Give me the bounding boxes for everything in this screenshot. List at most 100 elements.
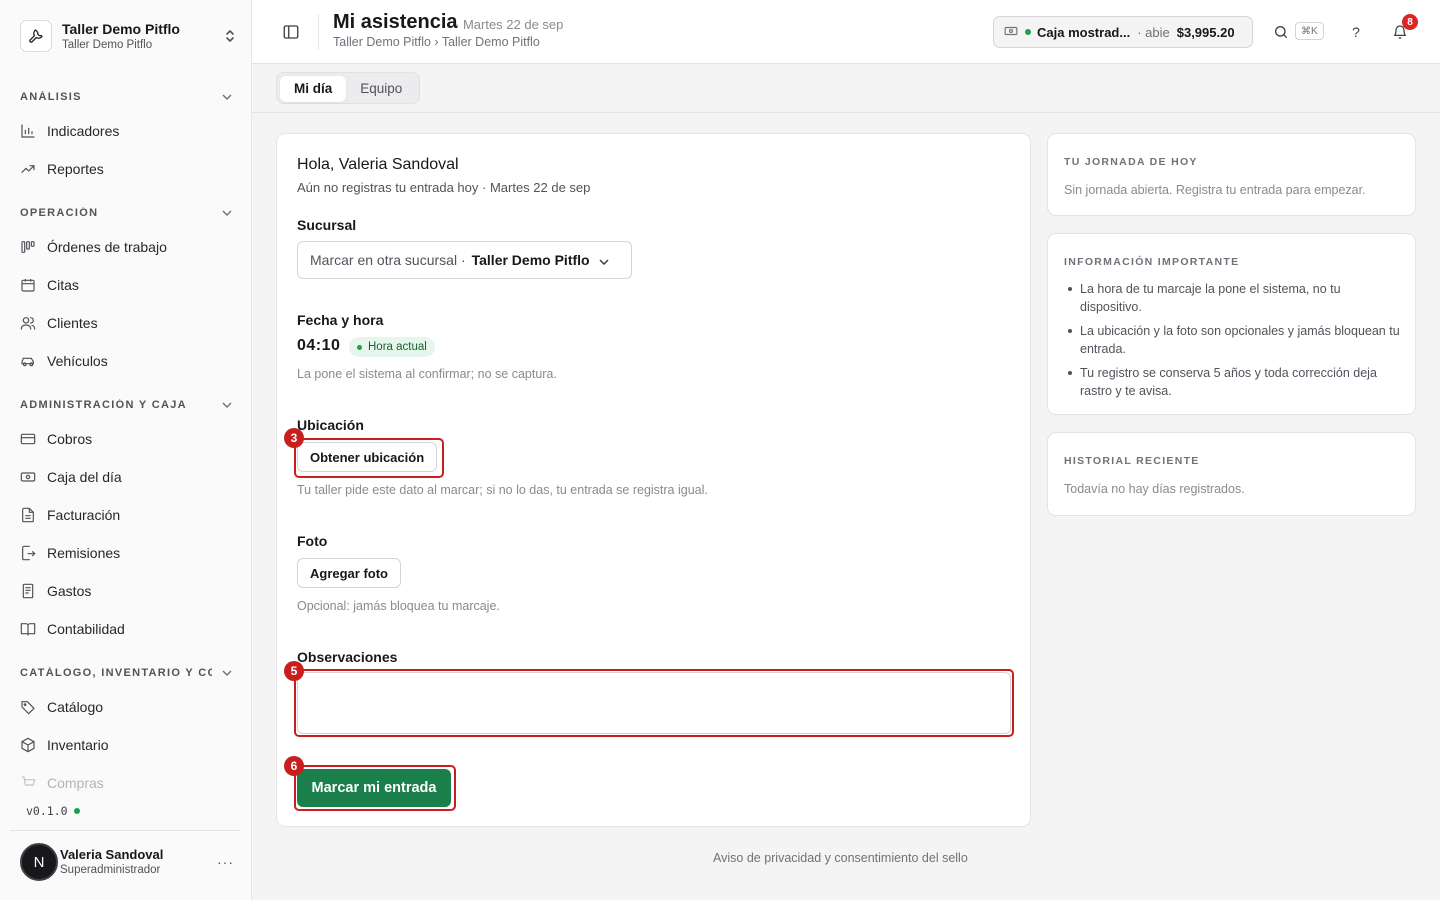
branch-value: Taller Demo Pitflo (471, 252, 590, 268)
greeting-subtitle: Aún no registras tu entrada hoy · Martes… (297, 180, 591, 195)
chevron-down-icon (222, 210, 232, 216)
receipt-icon (20, 583, 36, 599)
section-administracion[interactable]: ADMINISTRACIÓN Y CAJA (20, 397, 232, 413)
trending-up-icon (20, 161, 36, 177)
sidebar-item-label: Facturación (47, 507, 121, 523)
sidebar-item-label: Clientes (47, 315, 98, 331)
info-card: INFORMACIÓN IMPORTANTE La hora de tu mar… (1047, 233, 1416, 415)
sidebar-item-label: Reportes (47, 161, 104, 177)
get-location-button[interactable]: Obtener ubicación (297, 442, 438, 472)
sidebar-item-facturacion[interactable]: Facturación (20, 500, 232, 530)
section-title: ADMINISTRACIÓN Y CAJA (20, 399, 187, 411)
sidebar-item-remisiones[interactable]: Remisiones (20, 538, 232, 568)
location-label: Ubicación (297, 417, 364, 433)
cash-register-amount: $3,995.20 (1176, 24, 1235, 40)
sidebar-toggle-icon[interactable] (282, 23, 300, 41)
card-text: Sin jornada abierta. Registra tu entrada… (1064, 183, 1366, 197)
user-menu[interactable]: N Valeria Sandoval Superadministrador ··… (20, 842, 240, 882)
sidebar-item-gastos[interactable]: Gastos (20, 576, 232, 606)
sidebar-item-reportes[interactable]: Reportes (20, 154, 232, 184)
sidebar-item-caja[interactable]: Caja del día (20, 462, 232, 492)
users-icon (20, 315, 36, 331)
page-date: · Martes 22 de sep (455, 17, 564, 32)
step-marker: 5 (284, 661, 304, 681)
app-version: v0.1.0 (26, 804, 80, 818)
sidebar-item-contabilidad[interactable]: Contabilidad (20, 614, 232, 644)
list-item: Tu registro se conserva 5 años y toda co… (1064, 364, 1404, 400)
status-dot (73, 808, 80, 814)
list-item: La ubicación y la foto son opcionales y … (1064, 322, 1404, 358)
bar-chart-icon (20, 123, 36, 139)
section-title: CATÁLOGO, INVENTARIO Y CO... (20, 667, 212, 679)
sidebar-item-label: Catálogo (47, 699, 104, 715)
sidebar-item-clientes[interactable]: Clientes (20, 308, 232, 338)
step-marker: 6 (284, 756, 304, 776)
workspace-sub: Taller Demo Pitflo (62, 38, 153, 51)
sidebar-item-catalogo[interactable]: Catálogo (20, 692, 232, 722)
banknote-icon (20, 469, 36, 485)
privacy-link[interactable]: Aviso de privacidad y consentimiento del… (713, 851, 968, 865)
datetime-hint: La pone el sistema al confirmar; no se c… (297, 367, 557, 381)
current-time: 04:10 (297, 337, 341, 354)
more-icon[interactable]: ··· (217, 854, 240, 870)
avatar: N (20, 843, 58, 881)
sidebar-item-indicadores[interactable]: Indicadores (20, 116, 232, 146)
calendar-icon (20, 277, 36, 293)
chevron-down-icon (222, 94, 232, 100)
sidebar-item-label: Gastos (47, 583, 92, 599)
today-card: TU JORNADA DE HOY Sin jornada abierta. R… (1047, 133, 1416, 216)
card-title: HISTORIAL RECIENTE (1064, 455, 1200, 467)
workspace-switcher[interactable]: Taller Demo Pitflo Taller Demo Pitflo (20, 18, 236, 54)
help-icon[interactable]: ? (1346, 22, 1366, 42)
search-icon[interactable] (1271, 22, 1291, 42)
chevron-down-icon (222, 670, 232, 676)
notes-textarea[interactable] (297, 672, 1011, 734)
sidebar-item-label: Remisiones (47, 545, 121, 561)
notes-label: Observaciones (297, 649, 398, 665)
badge-label: Hora actual (368, 341, 427, 353)
branch-select[interactable]: Marcar en otra sucursal · Taller Demo Pi… (297, 241, 632, 279)
list-item: La hora de tu marcaje la pone el sistema… (1064, 280, 1404, 316)
shortcut-hint: ⌘K (1295, 22, 1324, 40)
sidebar-item-citas[interactable]: Citas (20, 270, 232, 300)
section-operacion[interactable]: OPERACIÓN (20, 205, 232, 221)
cash-register-button[interactable]: Caja mostrad... · abie $3,995.20 (993, 16, 1253, 48)
sidebar-item-label: Citas (47, 277, 79, 293)
credit-card-icon (20, 431, 36, 447)
info-list: La hora de tu marcaje la pone el sistema… (1064, 280, 1404, 406)
banknote-icon (1004, 24, 1018, 41)
user-role: Superadministrador (60, 864, 161, 876)
file-text-icon (20, 507, 36, 523)
chevron-down-icon (222, 402, 232, 408)
tab-mi-dia[interactable]: Mi día (280, 76, 347, 102)
section-catalogo[interactable]: CATÁLOGO, INVENTARIO Y CO... (20, 665, 232, 681)
sidebar-item-label: Cobros (47, 431, 93, 447)
sidebar-item-cobros[interactable]: Cobros (20, 424, 232, 454)
breadcrumb[interactable]: Taller Demo Pitflo › Taller Demo Pitflo (333, 35, 540, 49)
cart-icon (20, 775, 36, 791)
datetime-label: Fecha y hora (297, 312, 384, 328)
history-card: HISTORIAL RECIENTE Todavía no hay días r… (1047, 432, 1416, 516)
sidebar-item-label: Compras (47, 775, 104, 791)
section-title: OPERACIÓN (20, 207, 99, 219)
chevron-down-icon (599, 252, 609, 268)
wrench-icon (20, 20, 52, 52)
chevrons-up-down-icon (224, 29, 236, 43)
sidebar-item-vehiculos[interactable]: Vehículos (20, 346, 232, 376)
sidebar-item-ordenes[interactable]: Órdenes de trabajo (20, 232, 232, 262)
sidebar-item-label: Órdenes de trabajo (47, 239, 167, 255)
version-text: v0.1.0 (26, 804, 68, 818)
sidebar-item-inventario[interactable]: Inventario (20, 730, 232, 760)
box-icon (20, 737, 36, 753)
page-title: Mi asistencia (333, 11, 458, 33)
sidebar-item-label: Indicadores (47, 123, 120, 139)
status-dot (357, 344, 362, 350)
section-analisis[interactable]: ANÁLISIS (20, 89, 232, 105)
sidebar-item-compras[interactable]: Compras (20, 768, 232, 798)
add-photo-button[interactable]: Agregar foto (297, 558, 401, 588)
branch-label: Sucursal (297, 217, 357, 233)
kanban-icon (20, 239, 36, 255)
clock-in-button[interactable]: Marcar mi entrada (297, 769, 451, 807)
tab-equipo[interactable]: Equipo (346, 76, 416, 102)
status-badge: Hora actual (349, 337, 435, 357)
